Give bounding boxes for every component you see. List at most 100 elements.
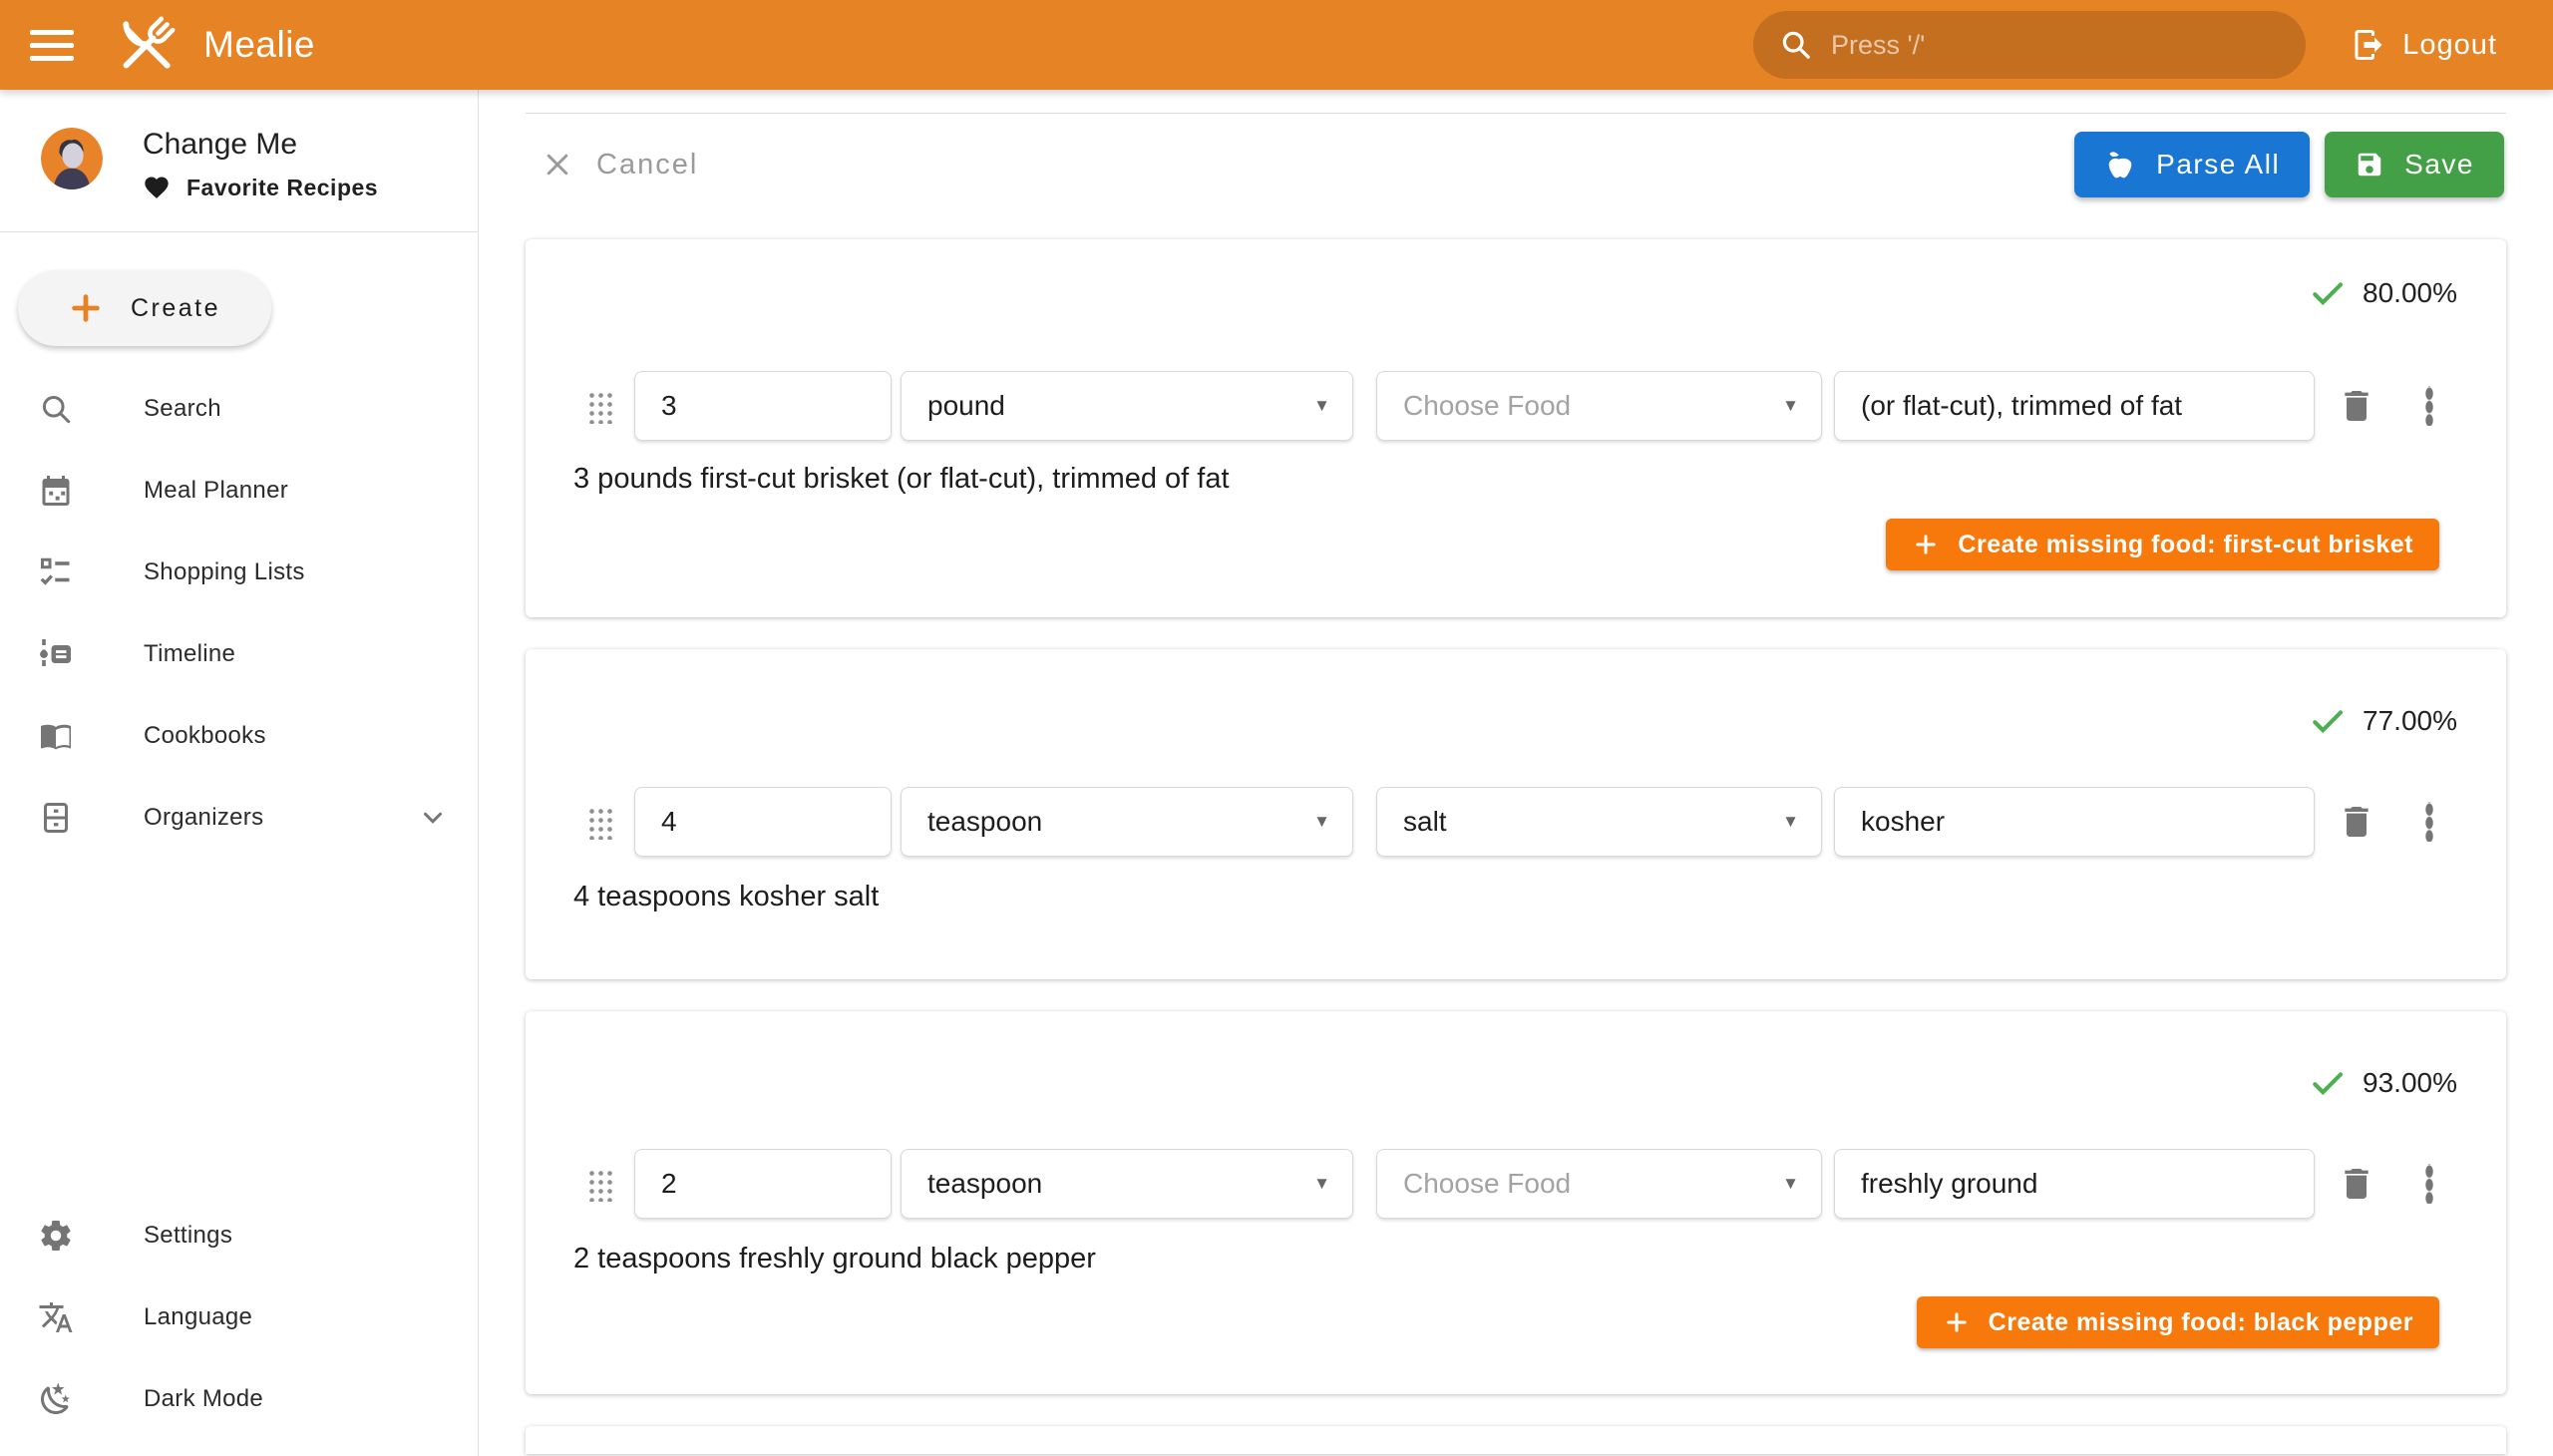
more-options-button[interactable]: [2405, 1160, 2453, 1208]
caret-down-icon: ▼: [1782, 812, 1799, 832]
translate-icon: [38, 1299, 74, 1335]
search-input[interactable]: Press '/': [1753, 11, 2306, 79]
drag-handle-icon[interactable]: [586, 1167, 612, 1202]
content-divider: [526, 113, 2506, 114]
plus-icon: [1943, 1308, 1971, 1336]
plus-icon: [1912, 531, 1940, 558]
create-missing-food-button[interactable]: Create missing food: first-cut brisket: [1886, 519, 2439, 570]
trash-icon: [2337, 1164, 2376, 1204]
moon-stars-icon: [38, 1381, 74, 1417]
parse-all-button[interactable]: Parse All: [2074, 132, 2310, 197]
delete-button[interactable]: [2333, 1160, 2380, 1208]
food-select[interactable]: salt ▼: [1376, 787, 1822, 857]
ingredient-fields: pound ▼ Choose Food ▼: [526, 371, 2506, 441]
quantity-input[interactable]: [634, 371, 892, 441]
timeline-icon: [38, 636, 74, 672]
more-options-button[interactable]: [2405, 798, 2453, 846]
sidebar-item-language[interactable]: Language: [0, 1276, 478, 1358]
create-button[interactable]: Create: [18, 270, 271, 346]
note-input[interactable]: [1834, 787, 2315, 857]
chevron-down-icon: [418, 803, 448, 833]
check-icon: [2309, 702, 2347, 740]
plus-icon: [69, 291, 103, 325]
calendar-icon: [38, 473, 74, 509]
menu-icon[interactable]: [30, 21, 78, 69]
dots-vertical-icon: [2425, 802, 2433, 842]
caret-down-icon: ▼: [1313, 1174, 1330, 1194]
confidence-row: 77.00%: [526, 701, 2506, 741]
delete-button[interactable]: [2333, 382, 2380, 430]
close-icon: [543, 150, 572, 180]
top-app-bar: Mealie Press '/' Logout: [0, 0, 2553, 90]
sidebar-item-meal-planner[interactable]: Meal Planner: [0, 450, 478, 532]
book-open-icon: [38, 718, 74, 754]
more-options-button[interactable]: [2405, 382, 2453, 430]
confidence-row: 93.00%: [526, 1063, 2506, 1103]
ingredient-card: 80.00% pound ▼ Choose Food ▼ 3 p: [526, 239, 2506, 617]
cancel-button[interactable]: Cancel: [543, 149, 698, 182]
parser-toolbar: Cancel Parse All Save: [526, 132, 2506, 197]
user-section: Change Me Favorite Recipes: [0, 90, 478, 201]
note-input[interactable]: [1834, 371, 2315, 441]
original-ingredient-text: 3 pounds first-cut brisket (or flat-cut)…: [526, 463, 2506, 499]
mealie-logo-icon: [110, 8, 183, 82]
app-title: Mealie: [203, 24, 315, 66]
heart-icon: [143, 174, 171, 201]
confidence-value: 77.00%: [2363, 705, 2457, 737]
check-icon: [2309, 274, 2347, 312]
caret-down-icon: ▼: [1313, 812, 1330, 832]
drag-handle-icon[interactable]: [586, 805, 612, 840]
dots-vertical-icon: [2425, 386, 2433, 426]
confidence-value: 80.00%: [2363, 277, 2457, 309]
ingredient-card: 77.00% teaspoon ▼ salt ▼ 4 teasp: [526, 649, 2506, 979]
sidebar-item-settings[interactable]: Settings: [0, 1195, 478, 1276]
ingredient-fields: teaspoon ▼ salt ▼: [526, 787, 2506, 857]
sidebar-divider: [0, 231, 478, 232]
sidebar-item-dark-mode[interactable]: Dark Mode: [0, 1358, 478, 1440]
food-select[interactable]: Choose Food ▼: [1376, 371, 1822, 441]
avatar[interactable]: [41, 128, 103, 189]
original-ingredient-text: 2 teaspoons freshly ground black pepper: [526, 1243, 2506, 1278]
logout-button[interactable]: Logout: [2351, 0, 2497, 90]
food-select[interactable]: Choose Food ▼: [1376, 1149, 1822, 1219]
note-input[interactable]: [1834, 1149, 2315, 1219]
trash-icon: [2337, 386, 2376, 426]
check-icon: [2309, 1064, 2347, 1102]
confidence-row: 80.00%: [526, 273, 2506, 313]
quantity-input[interactable]: [634, 1149, 892, 1219]
sidebar-item-organizers[interactable]: Organizers: [0, 777, 478, 859]
search-icon: [38, 391, 74, 427]
save-button[interactable]: Save: [2325, 132, 2504, 197]
trash-icon: [2337, 802, 2376, 842]
sidebar-footer: Settings Language Dark Mode: [0, 1195, 478, 1440]
apple-icon: [2104, 149, 2136, 181]
sidebar-item-cookbooks[interactable]: Cookbooks: [0, 695, 478, 777]
quantity-input[interactable]: [634, 787, 892, 857]
caret-down-icon: ▼: [1313, 396, 1330, 416]
original-ingredient-text: 4 teaspoons kosher salt: [526, 881, 2506, 916]
caret-down-icon: ▼: [1782, 396, 1799, 416]
ingredient-card: [526, 1426, 2506, 1454]
delete-button[interactable]: [2333, 798, 2380, 846]
sidebar-item-search[interactable]: Search: [0, 368, 478, 450]
favorite-recipes-link[interactable]: Favorite Recipes: [143, 174, 378, 201]
search-icon: [1779, 28, 1813, 62]
drawer-icon: [38, 800, 74, 836]
sidebar-nav: Search Meal Planner Shopping Lists Timel…: [0, 368, 478, 859]
sidebar-item-shopping-lists[interactable]: Shopping Lists: [0, 532, 478, 613]
ingredient-card: 93.00% teaspoon ▼ Choose Food ▼: [526, 1011, 2506, 1394]
logout-icon: [2351, 27, 2386, 63]
sidebar-item-timeline[interactable]: Timeline: [0, 613, 478, 695]
sidebar: Change Me Favorite Recipes Create Search: [0, 90, 479, 1456]
unit-select[interactable]: teaspoon ▼: [901, 1149, 1353, 1219]
ingredient-fields: teaspoon ▼ Choose Food ▼: [526, 1149, 2506, 1219]
search-placeholder: Press '/': [1831, 30, 1925, 61]
user-name: Change Me: [143, 128, 378, 162]
caret-down-icon: ▼: [1782, 1174, 1799, 1194]
drag-handle-icon[interactable]: [586, 389, 612, 424]
ingredient-list: 80.00% pound ▼ Choose Food ▼ 3 p: [526, 239, 2506, 1454]
create-missing-food-button[interactable]: Create missing food: black pepper: [1917, 1296, 2439, 1348]
unit-select[interactable]: pound ▼: [901, 371, 1353, 441]
unit-select[interactable]: teaspoon ▼: [901, 787, 1353, 857]
confidence-value: 93.00%: [2363, 1067, 2457, 1099]
